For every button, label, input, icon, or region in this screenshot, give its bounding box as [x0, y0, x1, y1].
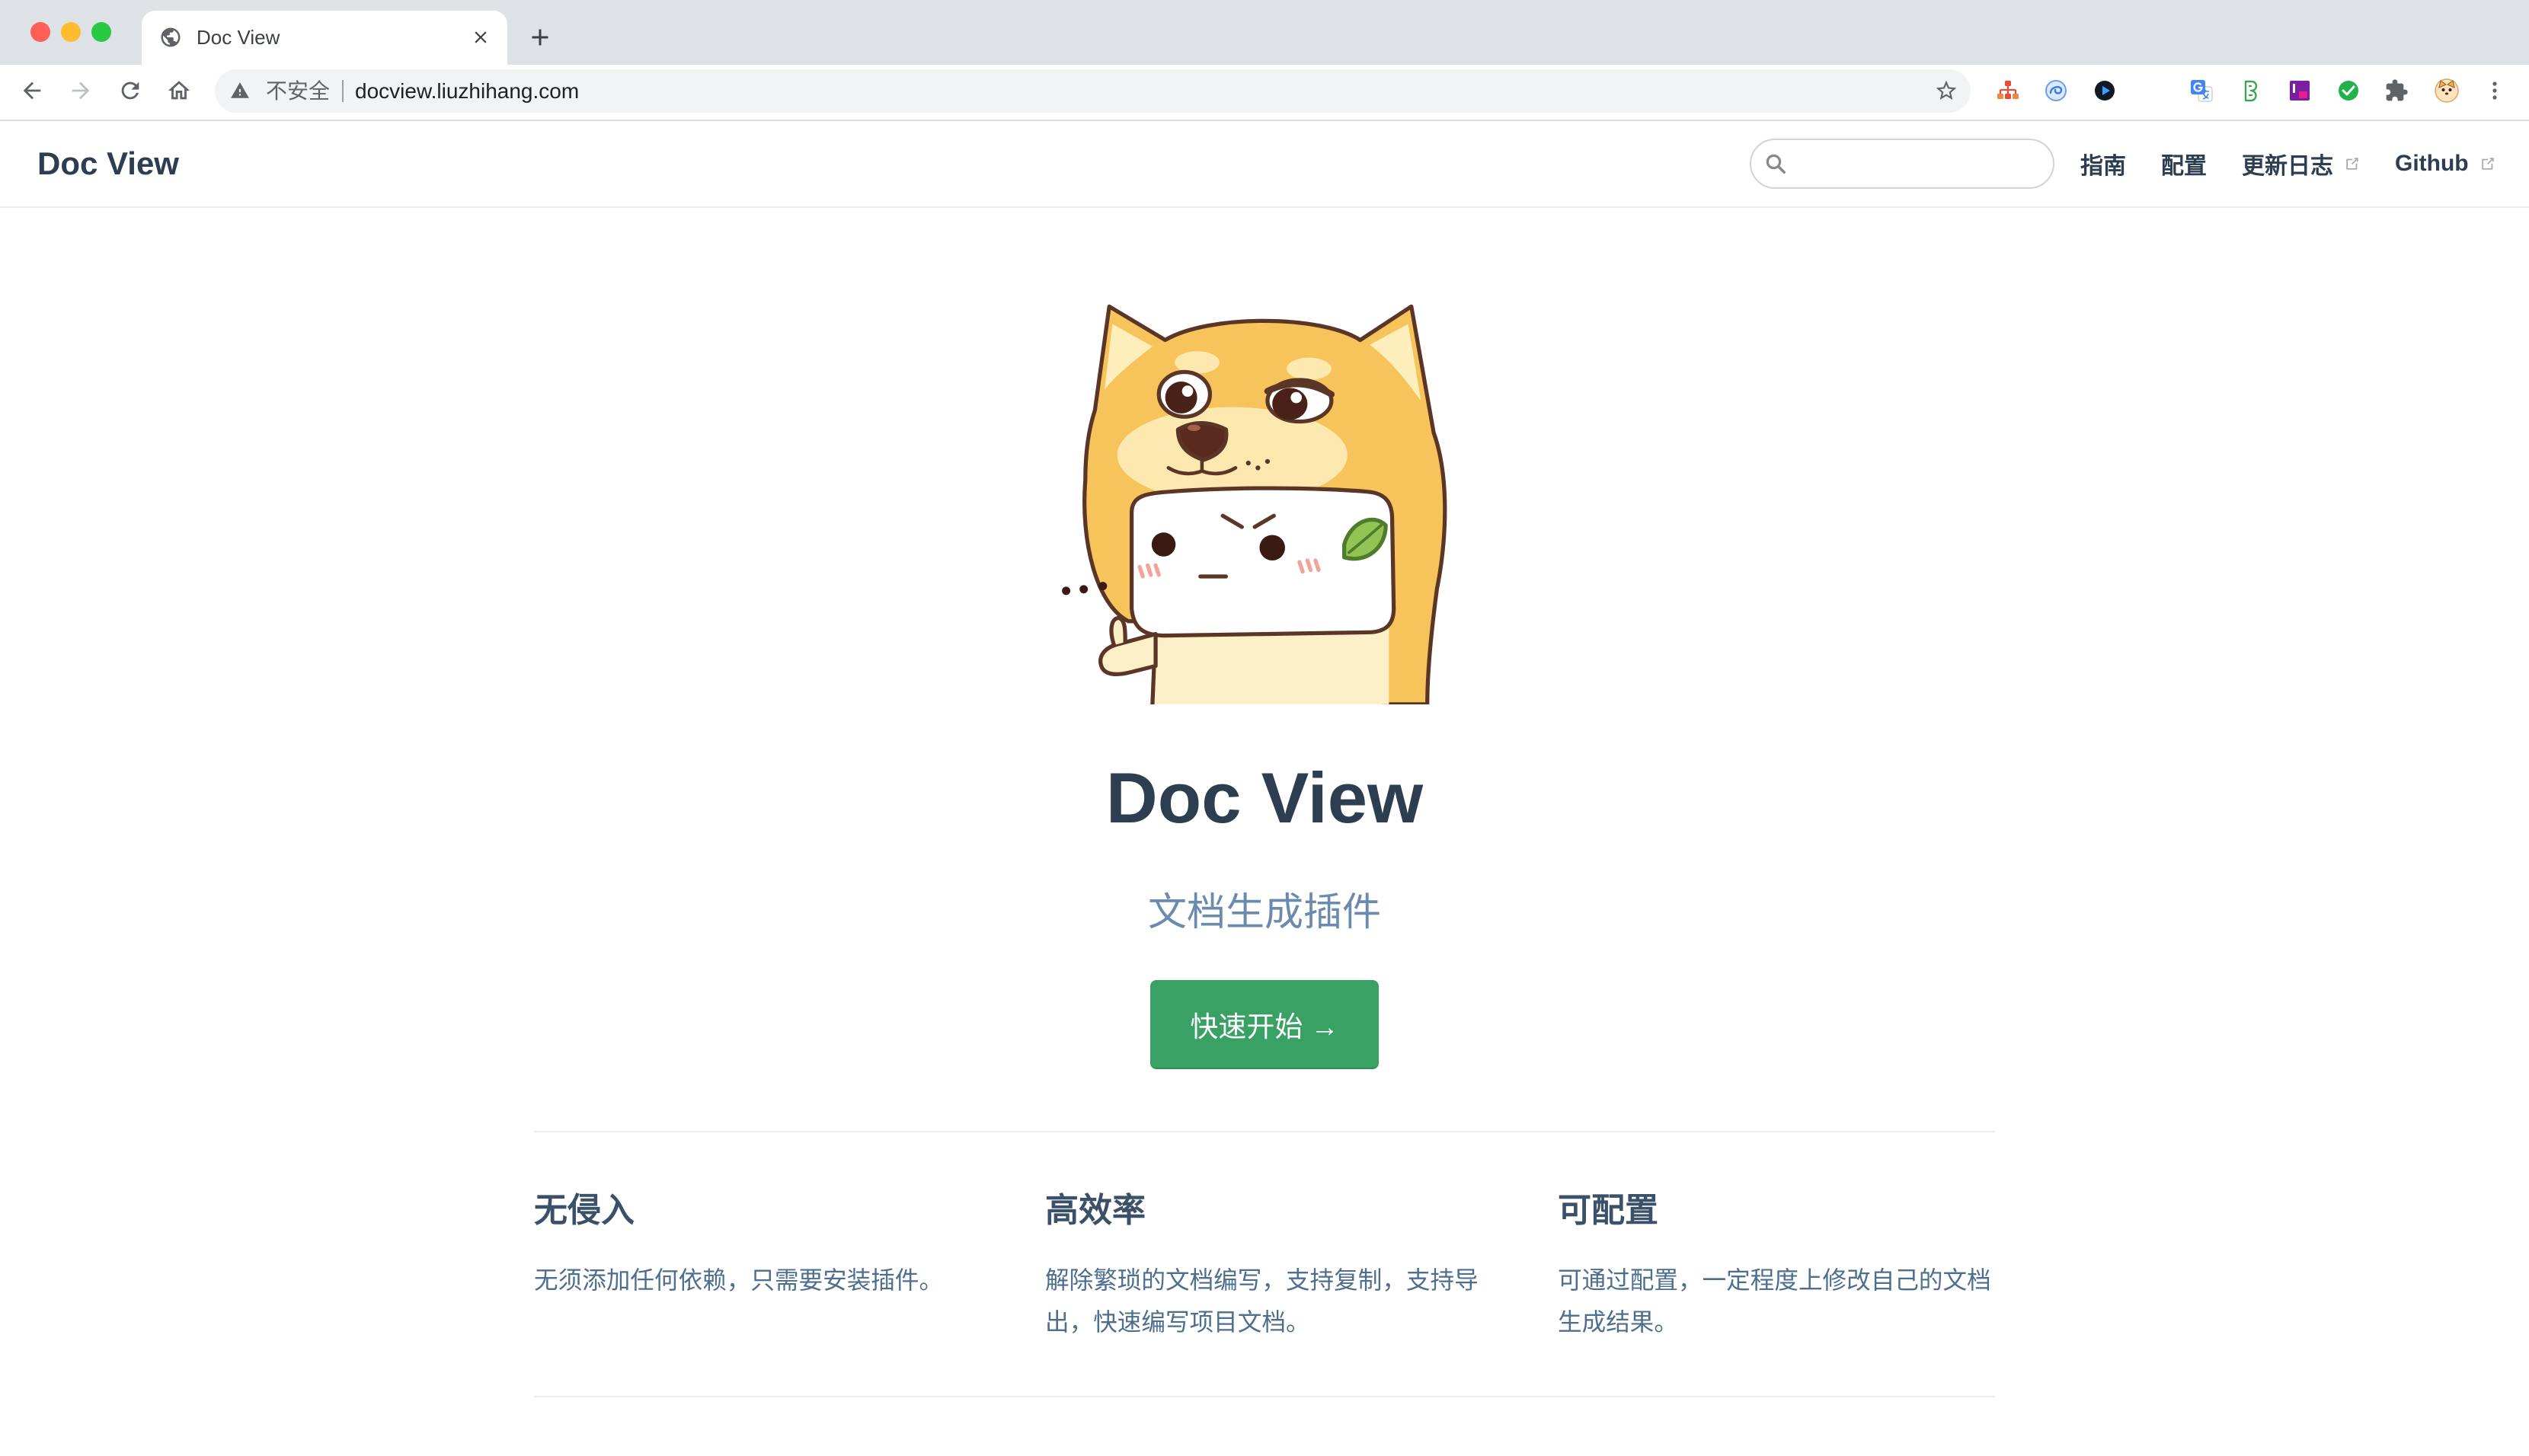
nav-link-label: 指南 — [2080, 154, 2126, 179]
window-close-button[interactable] — [30, 22, 50, 42]
kebab-menu-icon[interactable] — [2483, 78, 2507, 103]
external-link-icon — [2346, 158, 2358, 170]
hero-title: Doc View — [1105, 758, 1424, 838]
site-brand[interactable]: Doc View — [37, 121, 179, 206]
nav-link-github[interactable]: Github — [2395, 121, 2496, 206]
window-zoom-button[interactable] — [91, 22, 111, 42]
get-started-button[interactable]: 快速开始 → — [1150, 980, 1379, 1069]
address-bar-separator — [342, 80, 344, 102]
plus-icon[interactable] — [526, 24, 554, 51]
reload-icon[interactable] — [117, 78, 143, 104]
feature-card: 高效率 解除繁琐的文档编写，支持复制，支持导出，快速编写项目文档。 — [1045, 1188, 1487, 1343]
nav-link-label: 更新日志 — [2242, 154, 2333, 179]
external-link-icon — [2481, 158, 2494, 170]
back-arrow-icon[interactable] — [19, 78, 45, 104]
blue-swirl-extension-icon[interactable] — [2044, 78, 2068, 103]
features-bottom-divider — [534, 1396, 1995, 1397]
hero-description: 文档生成插件 — [1147, 890, 1381, 934]
home-icon[interactable] — [166, 78, 192, 104]
feature-title: 可配置 — [1558, 1192, 1658, 1229]
feature-details: 解除繁琐的文档编写，支持复制，支持导出，快速编写项目文档。 — [1045, 1266, 1479, 1336]
forward-arrow-icon[interactable] — [68, 78, 94, 104]
address-bar[interactable]: 不安全 docview.liuzhihang.com — [215, 69, 1971, 113]
browser-tab-strip: Doc View — [0, 0, 2529, 65]
browser-tab-active[interactable]: Doc View — [142, 11, 507, 65]
star-icon[interactable] — [1934, 78, 1958, 103]
nav-link-changelog[interactable]: 更新日志 — [2242, 121, 2361, 206]
extensions-puzzle-icon[interactable] — [2384, 78, 2409, 103]
sitemap-extension-icon[interactable] — [1996, 78, 2020, 103]
tab-title: Doc View — [197, 26, 280, 49]
nav-link-label: Github — [2395, 151, 2469, 176]
url-text[interactable]: docview.liuzhihang.com — [355, 69, 579, 113]
feature-title: 无侵入 — [534, 1192, 635, 1229]
profile-avatar-icon[interactable] — [2435, 78, 2459, 103]
search-icon — [1766, 154, 1786, 174]
warning-icon[interactable] — [230, 81, 250, 101]
window-minimize-button[interactable] — [61, 22, 81, 42]
check-circle-extension-icon[interactable] — [2336, 78, 2361, 103]
feature-card: 可配置 可通过配置，一定程度上修改自己的文档生成结果。 — [1558, 1188, 2000, 1343]
security-status-label[interactable]: 不安全 — [266, 69, 330, 113]
green-b-extension-icon[interactable] — [2239, 78, 2263, 103]
site-navbar: Doc View 指南 配置 更新日志 Github — [0, 121, 2529, 208]
nav-link-guide[interactable]: 指南 — [2080, 121, 2126, 206]
browser-toolbar: 不安全 docview.liuzhihang.com — [0, 65, 2529, 120]
feature-details: 无须添加任何依赖，只需要安装插件。 — [534, 1266, 944, 1294]
play-circle-extension-icon[interactable] — [2093, 78, 2117, 103]
nav-link-config[interactable]: 配置 — [2161, 121, 2207, 206]
close-icon[interactable] — [471, 27, 491, 47]
search-input[interactable] — [1750, 139, 2054, 189]
google-translate-icon[interactable] — [2189, 78, 2214, 103]
feature-title: 高效率 — [1045, 1192, 1146, 1229]
purple-square-extension-icon[interactable] — [2288, 78, 2312, 103]
features-top-divider — [534, 1131, 1995, 1132]
nav-link-label: 配置 — [2161, 154, 2207, 179]
feature-card: 无侵入 无须添加任何依赖，只需要安装插件。 — [534, 1188, 976, 1301]
hero-mascot-image — [1062, 304, 1447, 704]
feature-details: 可通过配置，一定程度上修改自己的文档生成结果。 — [1558, 1266, 1991, 1336]
globe-icon — [161, 27, 181, 47]
